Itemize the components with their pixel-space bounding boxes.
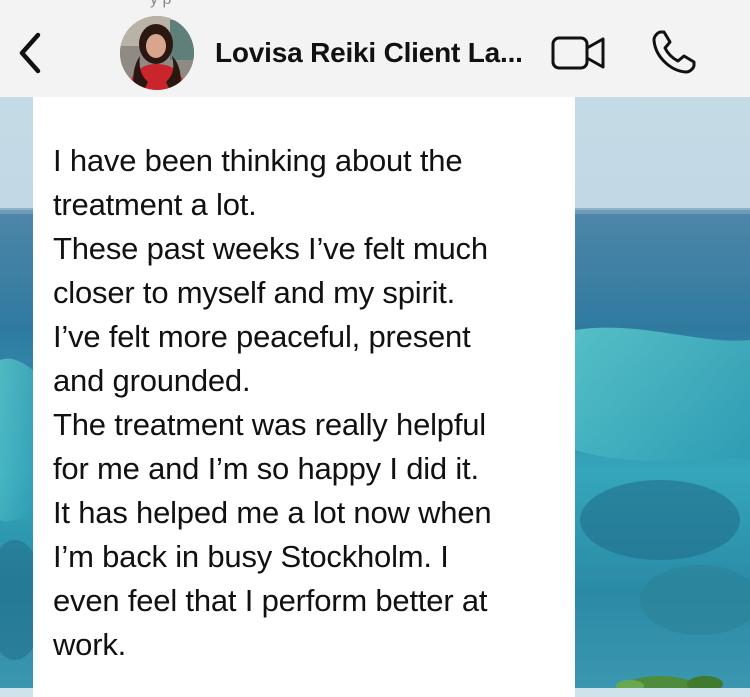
message-line: treatment a lot. — [53, 187, 257, 222]
contact-name[interactable]: Lovisa Reiki Client La... — [215, 34, 535, 72]
message-line: closer to myself and my spirit. — [53, 275, 456, 310]
message-line: work. — [53, 627, 127, 662]
message-line: It has helped me a lot now when — [53, 495, 492, 530]
message-line: and grounded. — [53, 363, 251, 398]
message-text: I have been thinking about the treatment… — [53, 139, 563, 667]
voice-call-button[interactable] — [648, 26, 700, 78]
back-button[interactable] — [10, 28, 50, 78]
contact-avatar[interactable] — [120, 16, 194, 90]
message-line: These past weeks I’ve felt much — [53, 231, 488, 266]
message-line: I’ve felt more peaceful, present — [53, 319, 471, 354]
phone-icon — [652, 30, 696, 74]
message-line: I’m back in busy Stockholm. I — [53, 539, 449, 574]
status-text: y p — [150, 0, 171, 8]
message-line: I have been thinking about the — [53, 143, 463, 178]
message-line: even feel that I perform better at — [53, 583, 488, 618]
video-call-button[interactable] — [548, 30, 610, 76]
message-bubble[interactable]: I have been thinking about the treatment… — [33, 97, 575, 697]
message-line: for me and I’m so happy I did it. — [53, 451, 479, 486]
video-camera-icon — [551, 36, 605, 70]
message-line: The treatment was really helpful — [53, 407, 486, 442]
avatar-photo — [120, 16, 194, 90]
chat-header: y p Lovisa Reiki Client La... — [0, 0, 750, 97]
status-bar-fragment: y p — [0, 0, 750, 8]
chevron-left-icon — [19, 32, 41, 74]
